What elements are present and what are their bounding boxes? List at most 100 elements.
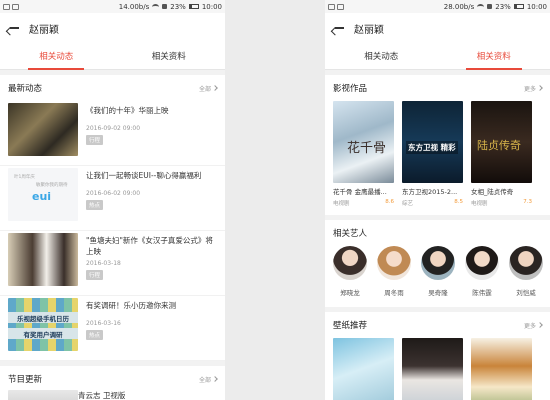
- artist-item[interactable]: 周冬雨: [377, 246, 411, 297]
- work-title: 花千骨 金鹰最播...: [333, 188, 387, 196]
- section-title: 相关艺人: [333, 229, 368, 239]
- artist-item[interactable]: 郑晓龙: [333, 246, 367, 297]
- wallpapers-list: [325, 338, 550, 400]
- news-thumbnail: [8, 233, 78, 286]
- notification-icon: [12, 3, 19, 10]
- work-score: 7.3: [523, 199, 532, 205]
- news-date: 2016-06-02 09:00: [86, 190, 141, 197]
- news-title: 让我们一起畅谈EUI--聊心得赢福利: [86, 171, 202, 180]
- work-genre: 电视剧: [471, 201, 488, 207]
- network-speed: 28.00b/s: [443, 2, 475, 11]
- tab-related-info[interactable]: 相关资料: [113, 43, 226, 69]
- nav-bar: 赵丽颖: [0, 13, 225, 43]
- avatar: [509, 246, 543, 280]
- news-item[interactable]: 叶1周年庆 敏聚你我的期待 eui 让我们一起畅谈EUI--聊心得赢福利 201…: [0, 166, 225, 231]
- wifi-icon: [152, 3, 160, 10]
- network-speed: 14.00b/s: [118, 2, 150, 11]
- wallpapers-header: 壁纸推荐 更多: [325, 312, 550, 338]
- section-title: 影视作品: [333, 84, 368, 94]
- news-tag: 热点: [86, 330, 104, 340]
- eui-logo: eui: [32, 190, 52, 203]
- artist-item[interactable]: 陈伟霆: [465, 246, 499, 297]
- avatar: [421, 246, 455, 280]
- section-title: 最新动态: [8, 84, 43, 94]
- work-title: 女相_陆贞传奇: [471, 188, 514, 196]
- section-title: 节目更新: [8, 375, 43, 385]
- program-update-header: 节目更新 全部: [0, 366, 225, 392]
- tab-related-info[interactable]: 相关资料: [438, 43, 550, 70]
- news-title: 有奖调研！乐小历邀你来测: [86, 301, 176, 310]
- work-card[interactable]: 陆贞传奇 女相_陆贞传奇 电视剧 7.3: [471, 101, 532, 207]
- tab-related-news[interactable]: 相关动态: [325, 43, 438, 69]
- battery-percent: 23%: [170, 2, 186, 11]
- news-item[interactable]: 《我们的十年》华丽上映 2016-09-02 09:00 行程: [0, 101, 225, 166]
- work-title: 东方卫视2015-2...: [402, 188, 458, 196]
- clock: 10:00: [201, 2, 222, 11]
- status-bar: 14.00b/s 23% 10:00: [0, 0, 225, 13]
- work-card[interactable]: 东方卫视 精彩 东方卫视2015-2... 综艺 8.5: [402, 101, 463, 207]
- program-item[interactable]: 青云志 卫视版: [0, 390, 225, 400]
- battery-percent: 23%: [495, 2, 511, 11]
- chevron-right-icon: [537, 85, 543, 91]
- news-date: 2016-03-16: [86, 320, 121, 327]
- work-genre: 综艺: [402, 201, 414, 207]
- page-title: 赵丽颖: [29, 24, 59, 36]
- artist-name: 郑晓龙: [340, 289, 360, 297]
- work-score: 8.6: [385, 199, 394, 205]
- news-title: 《我们的十年》华丽上映: [86, 106, 169, 115]
- news-tag: 行程: [86, 135, 104, 145]
- wallpaper-thumbnail[interactable]: [333, 338, 394, 400]
- artist-name: 陈伟霆: [472, 289, 492, 297]
- news-date: 2016-03-18: [86, 260, 121, 267]
- right-screen: 28.00b/s 23% 10:00 赵丽颖 相关动态 相关资料 影视作品 更多…: [325, 0, 550, 400]
- news-date: 2016-09-02 09:00: [86, 125, 141, 132]
- work-poster: 陆贞传奇: [471, 101, 532, 183]
- artists-header: 相关艺人: [325, 220, 550, 246]
- left-screen: 14.00b/s 23% 10:00 赵丽颖 相关动态 相关资料 最新动态 全部…: [0, 0, 225, 400]
- notification-icon: [3, 3, 10, 10]
- works-header: 影视作品 更多: [325, 75, 550, 101]
- work-poster: 花千骨: [333, 101, 394, 183]
- program-thumbnail: [8, 390, 78, 400]
- chevron-right-icon: [212, 376, 218, 382]
- tab-bar: 相关动态 相关资料: [0, 43, 225, 70]
- artist-item[interactable]: 吴奇隆: [421, 246, 455, 297]
- work-card[interactable]: 花千骨 花千骨 金鹰最播... 电视剧 8.6: [333, 101, 394, 207]
- view-all-link[interactable]: 全部: [199, 375, 218, 384]
- wallpaper-thumbnail[interactable]: [402, 338, 463, 400]
- artist-item[interactable]: 刘恺威: [509, 246, 543, 297]
- nav-bar: 赵丽颖: [325, 13, 550, 43]
- wifi-icon: [477, 3, 485, 10]
- back-arrow-icon[interactable]: [333, 22, 345, 34]
- avatar: [333, 246, 367, 280]
- works-list: 花千骨 花千骨 金鹰最播... 电视剧 8.6 东方卫视 精彩 东方卫视2015-…: [325, 101, 550, 207]
- view-all-link[interactable]: 全部: [199, 84, 218, 93]
- work-poster: 东方卫视 精彩: [402, 101, 463, 183]
- artist-name: 刘恺威: [516, 289, 536, 297]
- news-tag: 行程: [86, 270, 104, 280]
- tab-bar: 相关动态 相关资料: [325, 43, 550, 70]
- avatar: [465, 246, 499, 280]
- news-item[interactable]: "鱼塘夫妇"新作《女汉子真爱公式》将上映 2016-03-18 行程: [0, 231, 225, 296]
- news-thumbnail: 叶1周年庆 敏聚你我的期待 eui: [8, 168, 78, 221]
- news-item[interactable]: 乐视超级手机日历 有奖用户调研 有奖调研！乐小历邀你来测 2016-03-16 …: [0, 296, 225, 361]
- more-link[interactable]: 更多: [524, 84, 543, 93]
- news-thumbnail: 乐视超级手机日历 有奖用户调研: [8, 298, 78, 351]
- back-arrow-icon[interactable]: [8, 22, 20, 34]
- chevron-right-icon: [212, 85, 218, 91]
- page-title: 赵丽颖: [354, 24, 384, 36]
- news-title: "鱼塘夫妇"新作《女汉子真爱公式》将上映: [86, 236, 213, 256]
- notification-icon: [337, 3, 344, 10]
- work-score: 8.5: [454, 199, 463, 205]
- latest-news-header: 最新动态 全部: [0, 75, 225, 101]
- chevron-right-icon: [537, 322, 543, 328]
- section-title: 壁纸推荐: [333, 321, 368, 331]
- artist-name: 周冬雨: [384, 289, 404, 297]
- status-bar: 28.00b/s 23% 10:00: [325, 0, 550, 13]
- artists-list: 郑晓龙 周冬雨 吴奇隆 陈伟霆 刘恺威: [325, 246, 550, 297]
- lock-icon: [487, 4, 493, 9]
- more-link[interactable]: 更多: [524, 321, 543, 330]
- tab-related-news[interactable]: 相关动态: [0, 43, 113, 70]
- wallpaper-thumbnail[interactable]: [471, 338, 532, 400]
- news-thumbnail: [8, 103, 78, 156]
